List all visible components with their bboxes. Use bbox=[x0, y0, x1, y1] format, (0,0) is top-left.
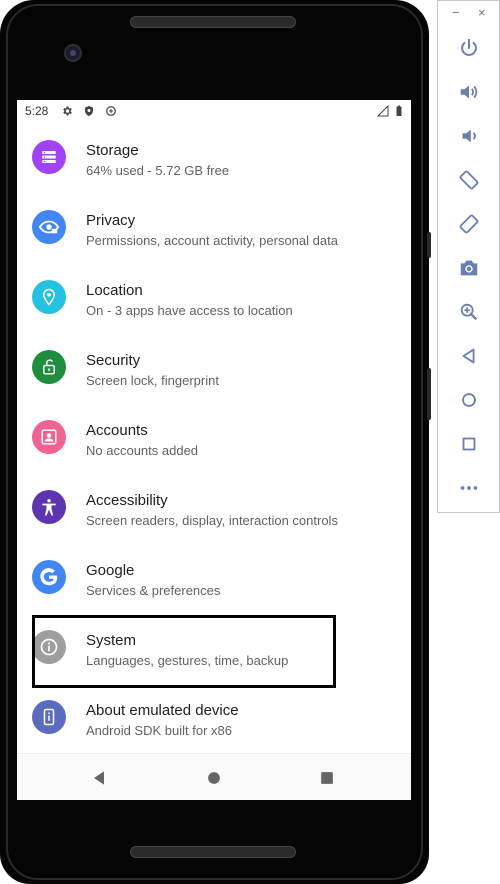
settings-item-accessibility[interactable]: Accessibility Screen readers, display, i… bbox=[17, 480, 411, 550]
settings-item-storage[interactable]: Storage 64% used - 5.72 GB free bbox=[17, 130, 411, 200]
home-icon bbox=[462, 393, 476, 407]
volume-up-button[interactable] bbox=[457, 80, 481, 104]
settings-item-accounts[interactable]: Accounts No accounts added bbox=[17, 410, 411, 480]
settings-item-location[interactable]: Location On - 3 apps have access to loca… bbox=[17, 270, 411, 340]
screenshot-button[interactable] bbox=[457, 256, 481, 280]
item-title: Security bbox=[86, 352, 141, 369]
home-icon[interactable] bbox=[204, 768, 224, 788]
volume-up-icon bbox=[460, 85, 478, 99]
front-camera bbox=[64, 44, 82, 62]
volume-down-icon bbox=[462, 129, 476, 143]
shield-icon bbox=[85, 106, 93, 116]
side-button bbox=[427, 232, 431, 258]
rotate-left-icon bbox=[459, 170, 479, 190]
item-subtitle: No accounts added bbox=[86, 443, 199, 458]
item-title: Accessibility bbox=[86, 492, 168, 509]
lock-icon bbox=[32, 350, 66, 384]
signal-icon bbox=[377, 105, 389, 117]
back-button[interactable] bbox=[457, 344, 481, 368]
minimize-button[interactable]: − bbox=[452, 5, 460, 20]
item-title: About emulated device bbox=[86, 702, 239, 719]
device-screen: 5:28 Storage 64% used - 5.72 GB free Pri… bbox=[17, 100, 411, 800]
item-subtitle: Permissions, account activity, personal … bbox=[86, 233, 338, 248]
google-icon bbox=[32, 560, 66, 594]
battery-icon bbox=[396, 105, 402, 116]
overview-button[interactable] bbox=[457, 432, 481, 456]
item-title: Google bbox=[86, 562, 135, 579]
power-button[interactable] bbox=[457, 36, 481, 60]
item-title: Accounts bbox=[86, 422, 148, 439]
settings-item-security[interactable]: Security Screen lock, fingerprint bbox=[17, 340, 411, 410]
settings-item-about[interactable]: About emulated device Android SDK built … bbox=[17, 690, 411, 760]
settings-item-google[interactable]: Google Services & preferences bbox=[17, 550, 411, 620]
item-title: Privacy bbox=[86, 212, 136, 229]
emulator-toolbar: − × bbox=[437, 0, 500, 513]
rotate-right-button[interactable] bbox=[457, 212, 481, 236]
item-subtitle: 64% used - 5.72 GB free bbox=[86, 163, 230, 178]
item-subtitle: Android SDK built for x86 bbox=[86, 723, 232, 738]
gear-icon bbox=[63, 106, 72, 116]
close-button[interactable]: × bbox=[478, 5, 486, 20]
zoom-button[interactable] bbox=[457, 300, 481, 324]
accessibility-icon bbox=[32, 490, 66, 524]
home-button[interactable] bbox=[457, 388, 481, 412]
rotate-right-icon bbox=[459, 214, 479, 234]
status-time: 5:28 bbox=[25, 104, 49, 118]
top-speaker bbox=[130, 16, 296, 28]
navigation-bar bbox=[17, 753, 411, 800]
back-icon[interactable] bbox=[89, 768, 109, 788]
privacy-icon bbox=[32, 210, 66, 244]
side-button bbox=[427, 368, 431, 420]
overview-icon bbox=[462, 437, 476, 451]
recents-icon[interactable] bbox=[317, 768, 337, 788]
settings-item-privacy[interactable]: Privacy Permissions, account activity, p… bbox=[17, 200, 411, 270]
item-title: Location bbox=[86, 282, 143, 299]
device-info-icon bbox=[32, 700, 66, 734]
bottom-speaker bbox=[130, 846, 296, 858]
item-title: Storage bbox=[86, 142, 139, 159]
data-saver-icon bbox=[106, 106, 116, 116]
item-subtitle: Services & preferences bbox=[86, 583, 221, 598]
selection-highlight bbox=[32, 615, 336, 688]
item-subtitle: On - 3 apps have access to location bbox=[86, 303, 293, 318]
volume-down-button[interactable] bbox=[457, 124, 481, 148]
back-icon bbox=[462, 348, 475, 364]
more-button[interactable] bbox=[457, 476, 481, 500]
account-icon bbox=[32, 420, 66, 454]
item-subtitle: Screen lock, fingerprint bbox=[86, 373, 219, 388]
location-icon bbox=[32, 280, 66, 314]
rotate-left-button[interactable] bbox=[457, 168, 481, 192]
storage-icon bbox=[32, 140, 66, 174]
status-bar: 5:28 bbox=[17, 100, 411, 122]
power-icon bbox=[461, 38, 477, 56]
camera-icon bbox=[460, 260, 478, 276]
more-icon bbox=[460, 486, 478, 490]
item-subtitle: Screen readers, display, interaction con… bbox=[86, 513, 338, 528]
zoom-icon bbox=[460, 303, 478, 321]
